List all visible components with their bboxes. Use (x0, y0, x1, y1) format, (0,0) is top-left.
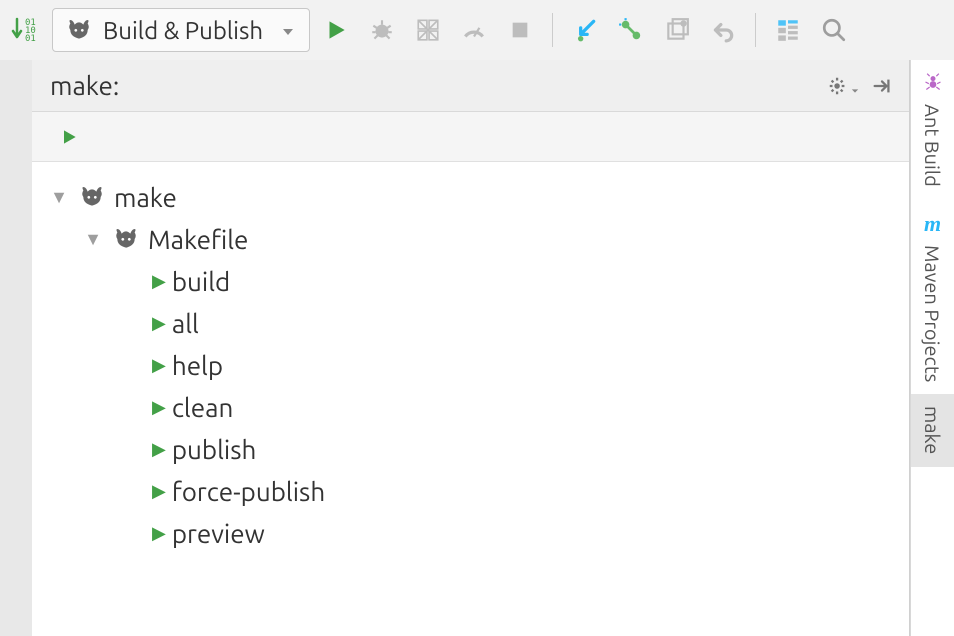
gnu-icon (63, 17, 95, 43)
tool-window-title: make: (50, 71, 119, 100)
tab-label: make (921, 406, 944, 454)
target-run-icon: ▶ (152, 481, 166, 502)
toolbar-separator (755, 13, 756, 47)
tree-node-label: clean (172, 393, 233, 422)
install-binary-button[interactable]: 01 10 01 (6, 10, 46, 50)
vcs-commit-button[interactable] (611, 10, 651, 50)
maven-icon: m (924, 211, 941, 237)
undo-button (703, 10, 743, 50)
main-toolbar: 01 10 01 Build & Publish (0, 0, 954, 60)
run-button[interactable] (316, 10, 356, 50)
tab-ant-build[interactable]: Ant Build (910, 60, 954, 199)
target-run-icon: ▶ (152, 313, 166, 334)
project-structure-button[interactable] (768, 10, 808, 50)
right-tool-window-tabs: Ant Build m Maven Projects make (910, 60, 954, 636)
tool-window-toolbar (32, 112, 909, 162)
hide-tool-window-button[interactable] (865, 69, 899, 103)
tree-node-label: force-publish (172, 477, 325, 506)
target-run-icon: ▶ (152, 355, 166, 376)
ant-icon (923, 72, 943, 96)
vcs-history-button (657, 10, 697, 50)
target-run-icon: ▶ (152, 439, 166, 460)
chevron-down-small-icon (851, 71, 859, 100)
tab-label: Maven Projects (921, 245, 944, 382)
tree-node-label: publish (172, 435, 257, 464)
tab-maven-projects[interactable]: m Maven Projects (910, 199, 954, 394)
tree-node-target[interactable]: ▶ help (42, 344, 909, 386)
target-run-icon: ▶ (152, 523, 166, 544)
make-tool-window: make: ▼ make (32, 60, 910, 636)
tree-node-label: make (114, 183, 177, 212)
tree-node-target[interactable]: ▶ preview (42, 512, 909, 554)
toolbar-separator (552, 13, 553, 47)
run-target-button[interactable] (54, 122, 84, 152)
run-configuration-selector[interactable]: Build & Publish (52, 8, 310, 52)
search-button[interactable] (814, 10, 854, 50)
tree-node-root[interactable]: ▼ make (42, 176, 909, 218)
tab-make[interactable]: make (910, 394, 954, 466)
chevron-down-icon (281, 17, 295, 44)
tab-label: Ant Build (921, 104, 944, 187)
gnu-icon (76, 184, 108, 210)
stop-button (500, 10, 540, 50)
debug-button (362, 10, 402, 50)
expand-toggle-icon[interactable]: ▼ (48, 187, 70, 208)
tree-node-label: build (172, 267, 230, 296)
profile-button (454, 10, 494, 50)
coverage-button (408, 10, 448, 50)
gnu-icon (110, 226, 142, 252)
target-run-icon: ▶ (152, 271, 166, 292)
run-configuration-label: Build & Publish (103, 17, 263, 44)
tool-window-header: make: (32, 60, 909, 112)
tree-node-target[interactable]: ▶ build (42, 260, 909, 302)
expand-toggle-icon[interactable]: ▼ (82, 229, 104, 250)
tree-node-label: preview (172, 519, 265, 548)
tree-node-target[interactable]: ▶ clean (42, 386, 909, 428)
target-run-icon: ▶ (152, 397, 166, 418)
tool-window-settings-button[interactable] (821, 69, 855, 103)
vcs-update-button[interactable] (565, 10, 605, 50)
left-gutter (0, 60, 32, 636)
tree-node-label: Makefile (148, 225, 248, 254)
tree-node-makefile[interactable]: ▼ Makefile (42, 218, 909, 260)
targets-tree[interactable]: ▼ make ▼ Makefile ▶ build (32, 162, 909, 636)
svg-text:01: 01 (25, 34, 36, 44)
tree-node-target[interactable]: ▶ force-publish (42, 470, 909, 512)
tree-node-label: help (172, 351, 223, 380)
tree-node-target[interactable]: ▶ publish (42, 428, 909, 470)
tree-node-label: all (172, 309, 199, 338)
tree-node-target[interactable]: ▶ all (42, 302, 909, 344)
